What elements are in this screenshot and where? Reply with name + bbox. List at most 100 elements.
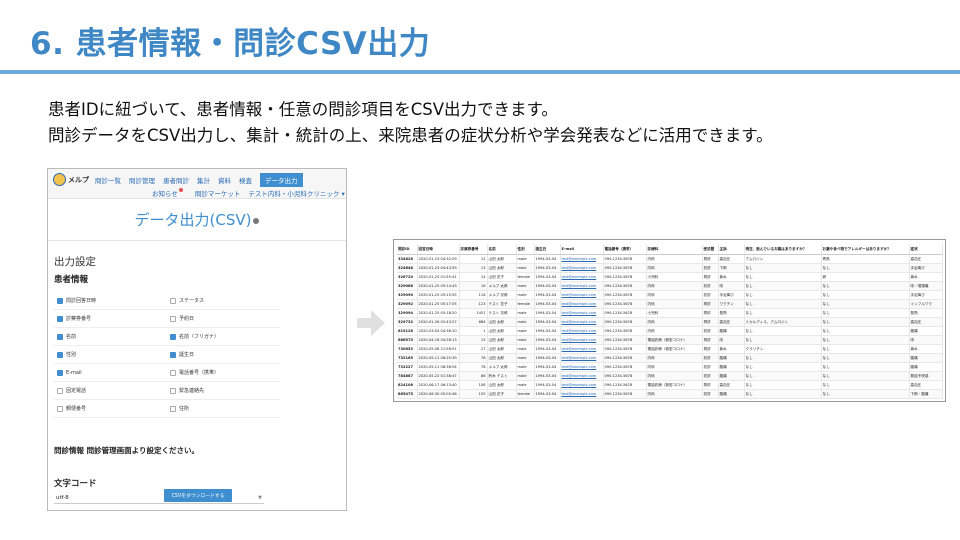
csv-cell: 電話診療（新型コロナ）	[646, 380, 703, 390]
checkbox[interactable]	[170, 387, 176, 394]
csv-cell: test@example.com	[560, 290, 604, 300]
csv-cell: 下痢・腹痛	[909, 389, 943, 399]
patient-field-option[interactable]: 緊急連絡先	[167, 382, 280, 400]
csv-cell: クラリチン	[744, 344, 822, 354]
csv-cell: male	[516, 308, 535, 318]
nav-item-materials[interactable]: 資料	[218, 175, 231, 185]
nav-item-data-export[interactable]: データ出力	[260, 172, 303, 187]
checkbox[interactable]	[57, 297, 63, 304]
csv-cell: 手足痺び	[909, 290, 943, 300]
csv-cell: 2020-01-25 05:14:43	[417, 281, 460, 291]
checkbox[interactable]	[57, 405, 63, 412]
csv-cell: なし	[744, 272, 822, 282]
csv-header-cell: 性別	[516, 244, 535, 255]
csv-cell: なし	[821, 326, 910, 336]
csv-cell: なし	[744, 281, 822, 291]
patient-field-option[interactable]: 住所	[167, 400, 280, 418]
checkbox[interactable]	[170, 369, 176, 376]
csv-cell: 山田 太郎	[487, 380, 517, 390]
csv-cell: 865475	[397, 389, 418, 399]
checkbox[interactable]	[57, 333, 63, 340]
checkbox[interactable]	[170, 351, 176, 358]
encoding-select[interactable]: utf-8 ▼	[54, 492, 264, 504]
checkbox[interactable]	[170, 297, 176, 304]
checkbox[interactable]	[57, 351, 63, 358]
csv-cell: male	[516, 371, 535, 381]
nav-item-search[interactable]: 検査	[239, 175, 252, 185]
csv-cell: 腹痛	[718, 326, 745, 336]
download-csv-button[interactable]: CSVをダウンロードする	[164, 489, 232, 502]
description-line-2: 問診データをCSV出力し、集計・統計の上、来院患者の症状分析や学会発表などに活用…	[48, 126, 773, 145]
csv-cell: 腹痛	[718, 362, 745, 372]
checkbox[interactable]	[57, 315, 63, 322]
checkbox[interactable]	[57, 369, 63, 376]
csv-row: 329068 2020-01-25 05:14:43 16 メルプ 太郎 male 199…	[397, 281, 943, 291]
csv-cell: 090-1234-5678	[603, 389, 647, 399]
csv-cell: 山田 太郎	[487, 353, 517, 363]
csv-cell: 再診	[702, 254, 719, 264]
csv-cell: female	[516, 299, 535, 309]
csv-cell: 咳	[718, 335, 745, 345]
logo-text: メルプ	[68, 175, 89, 184]
nav-item-inquiry-list[interactable]: 問診一覧	[95, 175, 121, 185]
patient-field-option[interactable]: 誕生日	[167, 346, 280, 364]
patient-field-option[interactable]: 郵便番号	[54, 400, 167, 418]
patient-field-option[interactable]: 名前（フリガナ）	[167, 328, 280, 346]
nav-item-patient-inquiry[interactable]: 患者問診	[163, 175, 189, 185]
csv-cell: 山田 太郎	[487, 335, 517, 345]
nav-item-notices[interactable]: お知らせ	[152, 187, 187, 198]
nav-item-market[interactable]: 問診マーケット	[195, 188, 241, 198]
encoding-value: utf-8	[56, 494, 69, 501]
csv-cell: 090-1234-5678	[603, 263, 647, 273]
patient-field-option[interactable]: 名前	[54, 328, 167, 346]
csv-header-cell: 電話番号（携帯）	[603, 244, 647, 255]
patient-field-option[interactable]: 予約日	[167, 310, 280, 328]
csv-cell: 2020-04-16 04:28:13	[417, 335, 460, 345]
csv-cell: 初診	[702, 389, 719, 399]
csv-cell: male	[516, 263, 535, 273]
csv-cell: 090-1234-5678	[603, 281, 647, 291]
csv-cell: test@example.com	[560, 254, 604, 264]
csv-cell: 329068	[397, 281, 418, 291]
nav-item-stats[interactable]: 集計	[197, 175, 210, 185]
csv-header-cell: 診察券番号	[459, 244, 488, 255]
csv-header-cell: 受診歴	[702, 244, 719, 255]
csv-cell: 666575	[397, 335, 418, 345]
csv-cell: 1994-03-04	[534, 380, 561, 390]
patient-field-option[interactable]: 電話番号（携帯）	[167, 364, 280, 382]
csv-cell: 内科	[646, 326, 703, 336]
csv-cell: 1994-03-04	[534, 299, 561, 309]
csv-cell: 108	[459, 380, 488, 390]
csv-cell: 155	[459, 389, 488, 399]
nav-item-inquiry-manage[interactable]: 問診管理	[129, 175, 155, 185]
csv-cell: 高血圧	[718, 254, 745, 264]
checkbox[interactable]	[170, 405, 176, 412]
csv-cell: 2020-01-23 04:43:59	[417, 263, 460, 273]
app-logo[interactable]: メルプ	[53, 173, 89, 186]
checkbox[interactable]	[170, 315, 176, 322]
info-icon[interactable]	[253, 217, 260, 224]
csv-cell: 1994-03-04	[534, 362, 561, 372]
heading-divider	[48, 240, 346, 241]
csv-cell: male	[516, 335, 535, 345]
csv-cell: 329090	[397, 290, 418, 300]
patient-field-option[interactable]: 固定電話	[54, 382, 167, 400]
patient-field-option[interactable]: 問診回答日時	[54, 292, 167, 310]
patient-field-option[interactable]: 診察券番号	[54, 310, 167, 328]
csv-row: 865475 2020-06-30 05:05:46 155 山田 花子 female 1…	[397, 389, 943, 399]
csv-cell: male	[516, 362, 535, 372]
output-settings-title: 出力設定	[54, 256, 96, 268]
csv-cell: 内科	[646, 362, 703, 372]
csv-header-cell: 誕生日	[534, 244, 561, 255]
patient-field-option[interactable]: E-mail	[54, 364, 167, 382]
patient-field-option[interactable]: ステータス	[167, 292, 280, 310]
patient-field-option[interactable]: 性別	[54, 346, 167, 364]
checkbox[interactable]	[57, 387, 63, 394]
clinic-selector[interactable]: テスト内科・小児科クリニック ▾	[248, 188, 344, 198]
csv-cell: 2020-05-08 21:56:51	[417, 344, 460, 354]
csv-cell: 手足痺び	[718, 290, 745, 300]
page-heading: データ出力(CSV)	[48, 209, 346, 230]
checkbox[interactable]	[170, 333, 176, 340]
csv-cell: test@example.com	[560, 380, 604, 390]
csv-cell: 咳	[909, 335, 943, 345]
